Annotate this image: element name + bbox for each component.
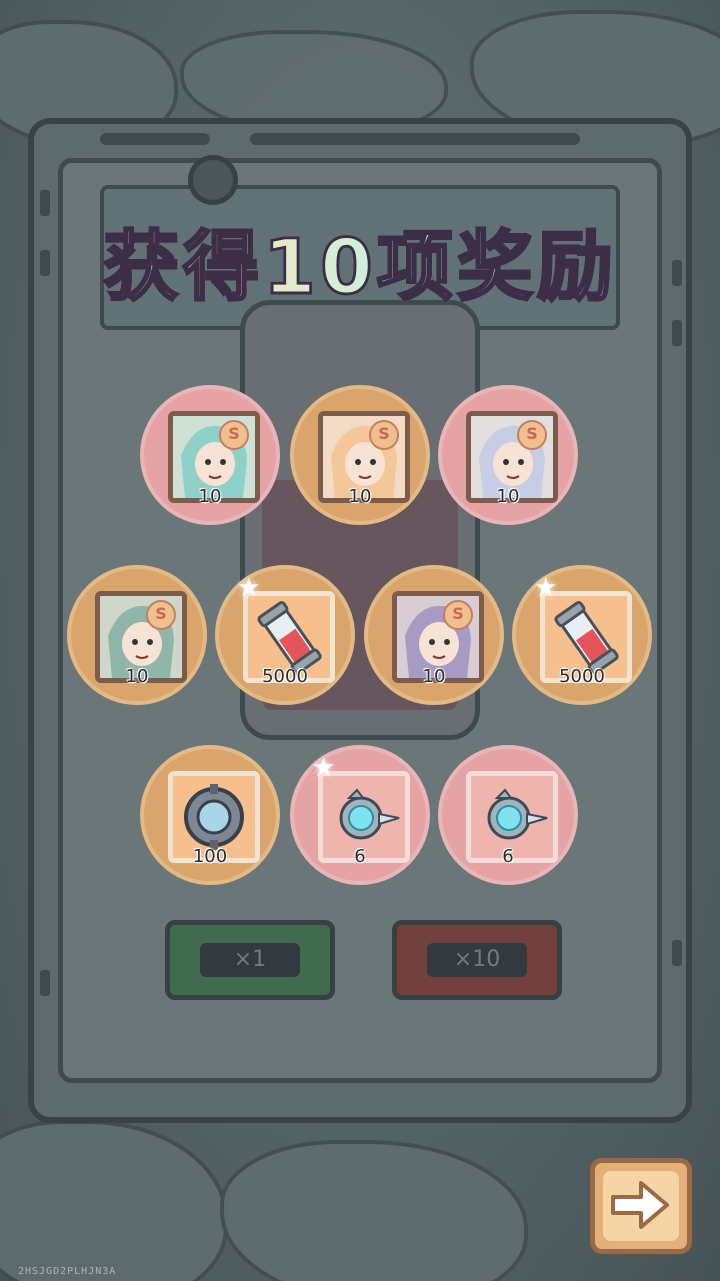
reward-item[interactable]: 6 xyxy=(438,745,578,885)
next-button[interactable] xyxy=(590,1158,692,1254)
reward-quantity: 5000 xyxy=(559,666,605,687)
reward-quantity: 10 xyxy=(125,666,149,687)
reward-quantity: 10 xyxy=(422,666,446,687)
reward-item[interactable]: S 10 xyxy=(364,565,504,705)
reward-item[interactable]: S 10 xyxy=(290,385,430,525)
rarity-badge: S xyxy=(146,600,176,630)
reward-quantity: 10 xyxy=(348,486,372,507)
reward-quantity: 6 xyxy=(502,846,514,867)
reward-item[interactable]: S 10 xyxy=(67,565,207,705)
arrow-right-icon xyxy=(611,1181,669,1229)
reward-item[interactable]: 5000 ★ xyxy=(215,565,355,705)
reward-item[interactable]: 5000 ★ xyxy=(512,565,652,705)
sparkle-star-icon: ★ xyxy=(312,753,336,783)
reward-item[interactable]: S 10 xyxy=(438,385,578,525)
reward-item[interactable]: 6 ★ xyxy=(290,745,430,885)
game-screen: ×1 ×10 获得10项奖励 S 10 S 10 S 10 S 10 5000 ★ S 10 5000 ★… xyxy=(0,0,720,1281)
rarity-badge: S xyxy=(517,420,547,450)
reward-quantity: 5000 xyxy=(262,666,308,687)
rewards-title: 获得10项奖励 xyxy=(0,205,720,315)
rarity-badge: S xyxy=(443,600,473,630)
watermark-text: 2HSJGD2PLHJN3A xyxy=(18,1266,117,1277)
reward-quantity: 10 xyxy=(198,486,222,507)
reward-item[interactable]: S 10 xyxy=(140,385,280,525)
next-button-face xyxy=(603,1171,679,1241)
reward-quantity: 100 xyxy=(192,846,228,867)
reward-item[interactable]: 100 xyxy=(140,745,280,885)
reward-quantity: 10 xyxy=(496,486,520,507)
sparkle-star-icon: ★ xyxy=(534,573,558,603)
rarity-badge: S xyxy=(219,420,249,450)
reward-quantity: 6 xyxy=(354,846,366,867)
sparkle-star-icon: ★ xyxy=(237,573,261,603)
rarity-badge: S xyxy=(369,420,399,450)
